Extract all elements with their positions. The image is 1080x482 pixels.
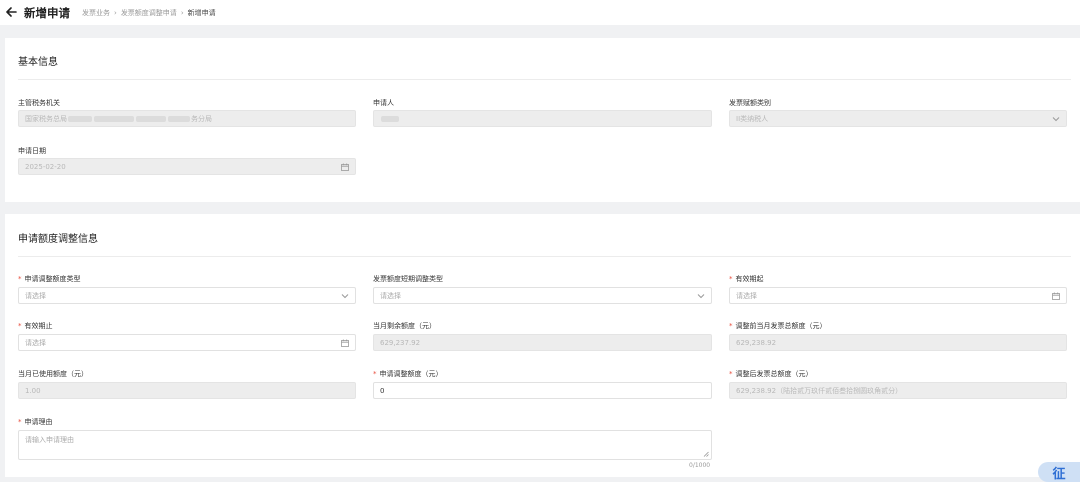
after-total-label: * 调整后发票总额度（元） <box>729 370 813 378</box>
month-remaining-label: 当月剩余额度（元） <box>373 322 436 330</box>
calendar-icon <box>340 162 350 172</box>
applicant-value <box>381 115 399 122</box>
page-title: 新增申请 <box>24 5 70 20</box>
reason-char-counter: 0/1000 <box>689 462 711 469</box>
adjust-type-select[interactable]: 请选择 <box>18 287 356 304</box>
section-title-basic-info: 基本信息 <box>18 57 58 68</box>
chevron-down-icon <box>696 291 706 301</box>
applicant-field <box>373 110 712 127</box>
top-bar: 新增申请 发票业务 › 发票额度调整申请 › 新增申请 <box>0 0 1080 25</box>
breadcrumb: 发票业务 › 发票额度调整申请 › 新增申请 <box>82 8 216 18</box>
short-term-type-select[interactable]: 请选择 <box>373 287 712 304</box>
calendar-icon <box>1051 291 1061 301</box>
tax-authority-field: 国家税务总局 务分局 <box>18 110 356 127</box>
tax-authority-label: 主管税务机关 <box>18 99 60 107</box>
apply-date-label: 申请日期 <box>18 147 46 155</box>
month-used-field: 1.00 <box>18 382 356 399</box>
before-total-field: 629,238.92 <box>729 334 1067 351</box>
chevron-down-icon <box>340 291 350 301</box>
short-term-type-label: 发票额度短期调整类型 <box>373 275 443 283</box>
taxpayer-type-select: II类纳税人 <box>729 110 1067 127</box>
section-title-adjust-info: 申请额度调整信息 <box>18 234 98 245</box>
chevron-right-icon: › <box>114 8 117 17</box>
divider <box>18 256 1071 257</box>
applicant-label: 申请人 <box>373 99 394 107</box>
adjust-amount-input[interactable]: 0 <box>373 382 712 399</box>
divider <box>18 79 1071 80</box>
arrow-left-icon[interactable] <box>6 6 18 19</box>
adjust-type-label: * 申请调整额度类型 <box>18 275 81 283</box>
month-used-label: 当月已使用额度（元） <box>18 370 88 378</box>
calendar-icon <box>340 338 350 348</box>
valid-from-picker[interactable]: 请选择 <box>729 287 1067 304</box>
valid-to-picker[interactable]: 请选择 <box>18 334 356 351</box>
valid-to-label: * 有效期止 <box>18 322 53 330</box>
breadcrumb-item-current: 新增申请 <box>187 8 216 17</box>
float-service-badge[interactable]: 征 <box>1038 462 1080 482</box>
after-total-field: 629,238.92（陆拾贰万玖仟贰佰叁拾捌圆玖角贰分） <box>729 382 1067 399</box>
month-remaining-field: 629,237.92 <box>373 334 712 351</box>
apply-date-field: 2025-02-20 <box>18 158 356 175</box>
taxpayer-type-label: 发票赋额类别 <box>729 99 771 107</box>
chevron-right-icon: › <box>180 8 184 17</box>
breadcrumb-item-quota-adjust[interactable]: 发票额度调整申请 <box>121 8 177 18</box>
adjust-amount-label: * 申请调整额度（元） <box>373 370 443 378</box>
reason-textarea[interactable]: 请输入申请理由 <box>18 430 712 460</box>
chevron-down-icon <box>1051 114 1061 124</box>
breadcrumb-item-invoice-business[interactable]: 发票业务 <box>82 8 110 18</box>
valid-from-label: * 有效期起 <box>729 275 764 283</box>
reason-label: * 申请理由 <box>18 418 53 426</box>
adjust-info-card: 申请额度调整信息 * 申请调整额度类型 请选择 发票额度短期调整类型 请选择 * 有… <box>5 214 1080 477</box>
before-total-label: * 调整前当月发票总额度（元） <box>729 322 827 330</box>
basic-info-card: 基本信息 主管税务机关 国家税务总局 务分局 申请人 发票赋额类别 II类纳税人… <box>5 38 1080 202</box>
resize-handle-icon[interactable] <box>703 451 709 457</box>
